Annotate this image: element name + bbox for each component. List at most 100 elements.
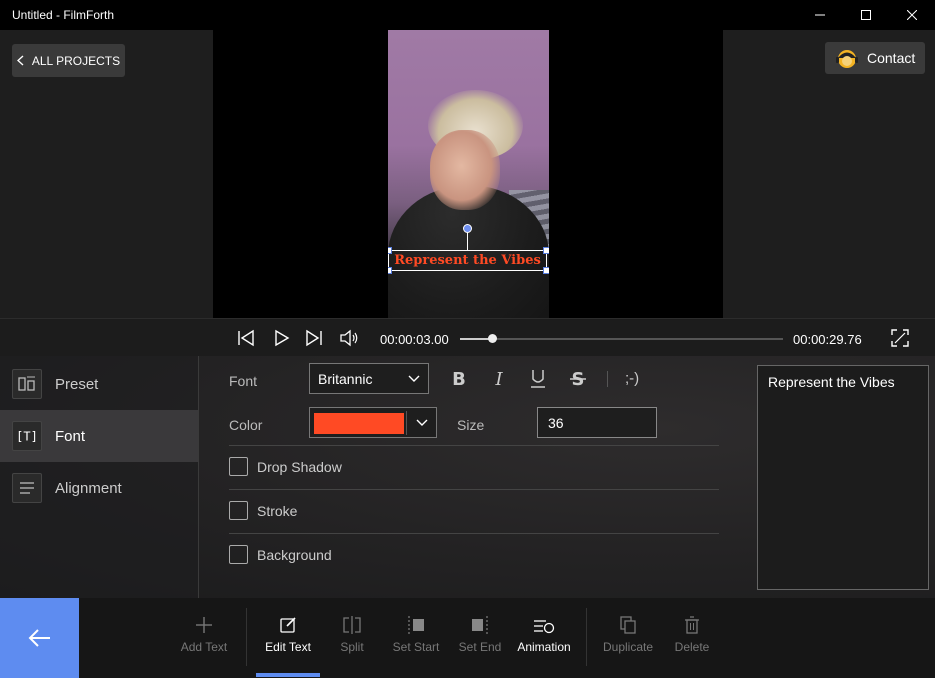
seek-bar-thumb[interactable] xyxy=(488,334,497,343)
sidebar-item-preset[interactable]: Preset xyxy=(0,358,198,410)
set-start-label: Set Start xyxy=(393,640,440,654)
drop-shadow-checkbox[interactable] xyxy=(229,457,248,476)
active-tool-indicator xyxy=(256,673,320,677)
maximize-icon xyxy=(861,10,871,20)
close-button[interactable] xyxy=(889,0,935,30)
bottom-toolbar: Add Text Edit Text Split Set Start Set E… xyxy=(0,598,935,678)
all-projects-button[interactable]: ALL PROJECTS xyxy=(12,44,125,77)
background-label: Background xyxy=(257,547,332,563)
trash-icon xyxy=(683,616,701,634)
add-text-button[interactable]: Add Text xyxy=(169,616,239,654)
edit-icon xyxy=(279,616,297,634)
background-option[interactable]: Background xyxy=(229,545,332,564)
video-frame[interactable]: Represent the Vibes xyxy=(388,30,549,318)
add-text-label: Add Text xyxy=(181,640,227,654)
set-end-button[interactable]: Set End xyxy=(445,616,515,654)
text-overlay-box[interactable]: Represent the Vibes xyxy=(388,250,547,271)
split-label: Split xyxy=(340,640,363,654)
font-label: Font xyxy=(229,373,257,389)
rotate-handle[interactable] xyxy=(463,224,472,233)
color-picker[interactable] xyxy=(309,407,437,438)
chevron-left-icon xyxy=(17,55,24,66)
color-label: Color xyxy=(229,417,262,433)
delete-button[interactable]: Delete xyxy=(657,616,727,654)
stroke-checkbox[interactable] xyxy=(229,501,248,520)
set-start-button[interactable]: Set Start xyxy=(381,616,451,654)
resize-handle-tr[interactable] xyxy=(543,247,549,254)
set-end-icon xyxy=(470,616,490,634)
back-button[interactable] xyxy=(0,598,79,678)
split-button[interactable]: Split xyxy=(317,616,387,654)
skip-to-end-icon[interactable] xyxy=(305,329,323,347)
bold-icon[interactable]: B xyxy=(451,369,467,387)
text-sidebar: Preset [T] Font Alignment xyxy=(0,356,199,598)
size-label: Size xyxy=(457,417,484,433)
skip-to-start-icon[interactable] xyxy=(237,329,255,347)
stroke-option[interactable]: Stroke xyxy=(229,501,297,520)
preview-area: ALL PROJECTS Represent the Vibes Co xyxy=(0,30,935,318)
italic-icon[interactable]: I xyxy=(491,369,507,387)
resize-handle-tl[interactable] xyxy=(388,247,392,254)
minimize-button[interactable] xyxy=(797,0,843,30)
sidebar-item-font[interactable]: [T] Font xyxy=(0,410,198,462)
animation-button[interactable]: Animation xyxy=(509,616,579,654)
strikethrough-icon[interactable]: S xyxy=(569,369,587,387)
font-select[interactable]: Britannic xyxy=(309,363,429,394)
size-input[interactable]: 36 xyxy=(537,407,657,438)
chevron-down-icon xyxy=(408,373,420,383)
font-icon: [T] xyxy=(12,421,42,451)
play-icon[interactable] xyxy=(272,329,290,347)
total-time: 00:00:29.76 xyxy=(793,332,862,347)
duplicate-icon xyxy=(619,616,637,634)
underline-icon[interactable] xyxy=(530,369,546,389)
toolbar-divider xyxy=(246,608,247,666)
set-end-label: Set End xyxy=(459,640,502,654)
close-icon xyxy=(907,10,917,20)
text-content-input[interactable]: Represent the Vibes xyxy=(757,365,929,590)
sidebar-item-alignment[interactable]: Alignment xyxy=(0,462,198,514)
current-time: 00:00:03.00 xyxy=(380,332,449,347)
video-canvas: Represent the Vibes xyxy=(213,30,723,318)
text-edit-panel: Preset [T] Font Alignment Font Britannic… xyxy=(0,356,935,598)
set-start-icon xyxy=(406,616,426,634)
sidebar-item-label: Font xyxy=(55,428,85,445)
resize-handle-br[interactable] xyxy=(543,267,549,274)
duplicate-button[interactable]: Duplicate xyxy=(593,616,663,654)
all-projects-label: ALL PROJECTS xyxy=(32,54,120,68)
resize-handle-bl[interactable] xyxy=(388,267,392,274)
playback-bar: 00:00:03.00 00:00:29.76 xyxy=(0,318,935,356)
svg-text:B: B xyxy=(452,369,466,387)
sidebar-item-label: Alignment xyxy=(55,480,122,497)
duplicate-label: Duplicate xyxy=(603,640,653,654)
animation-icon xyxy=(533,616,555,634)
edit-text-button[interactable]: Edit Text xyxy=(253,616,323,654)
background-checkbox[interactable] xyxy=(229,545,248,564)
format-divider xyxy=(607,371,608,387)
svg-text:S: S xyxy=(572,369,585,387)
alignment-icon xyxy=(12,473,42,503)
edit-text-label: Edit Text xyxy=(265,640,311,654)
contact-button[interactable]: Contact xyxy=(825,42,925,74)
fullscreen-icon[interactable] xyxy=(891,329,909,347)
drop-shadow-option[interactable]: Drop Shadow xyxy=(229,457,342,476)
title-bar: Untitled - FilmForth xyxy=(0,0,935,30)
preset-icon xyxy=(12,369,42,399)
plus-icon xyxy=(195,616,213,634)
text-overlay: Represent the Vibes xyxy=(389,251,546,270)
divider xyxy=(229,489,719,490)
volume-icon[interactable] xyxy=(339,329,359,347)
window-title: Untitled - FilmForth xyxy=(0,8,797,22)
seek-bar[interactable] xyxy=(460,338,783,340)
toolbar-divider xyxy=(586,608,587,666)
font-select-value: Britannic xyxy=(318,371,372,387)
divider xyxy=(229,533,719,534)
emoji-button[interactable]: ;-) xyxy=(625,370,639,387)
arrow-left-icon xyxy=(28,628,52,648)
minimize-icon xyxy=(815,10,825,20)
chevron-down-icon xyxy=(416,417,428,427)
maximize-button[interactable] xyxy=(843,0,889,30)
divider xyxy=(229,445,719,446)
delete-label: Delete xyxy=(675,640,710,654)
animation-label: Animation xyxy=(517,640,570,654)
split-icon xyxy=(342,616,362,634)
